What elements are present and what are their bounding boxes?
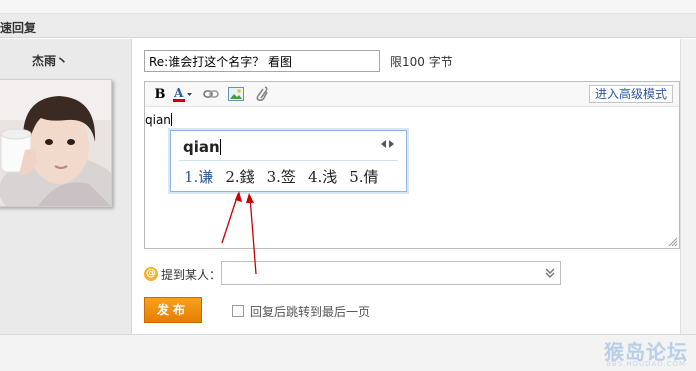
font-color-button[interactable]: A	[173, 86, 193, 102]
subject-input[interactable]	[144, 50, 380, 72]
publish-button[interactable]: 发布	[144, 297, 202, 323]
ime-candidate-list: 1.谦 2.錢 3.签 4.浅 5.倩	[184, 166, 379, 187]
attach-button[interactable]	[253, 86, 269, 102]
ime-candidate-2[interactable]: 2.錢	[225, 166, 254, 187]
ime-page-nav	[381, 140, 394, 148]
footer	[0, 334, 696, 371]
ime-candidate-popup: qian 1.谦 2.錢 3.签 4.浅 5.倩	[170, 130, 407, 192]
jump-to-last-page-checkbox[interactable]	[232, 305, 244, 317]
mention-input[interactable]	[221, 261, 561, 285]
at-icon: @	[144, 267, 158, 281]
ime-composition: qian	[183, 138, 221, 156]
link-icon	[203, 90, 219, 98]
editor-toolbar: B A 进入高级模式	[145, 82, 679, 107]
watermark-url: BBS.HOUDAO.COM	[606, 360, 686, 368]
font-color-icon: A	[173, 86, 192, 102]
panel-title: 速回复	[0, 21, 37, 35]
editor-text: qian	[145, 113, 172, 127]
ime-composition-text: qian	[183, 138, 220, 156]
ime-prev-page-icon[interactable]	[381, 140, 386, 148]
quick-reply-page: 速回复 杰雨丶 限100 字节 B	[0, 0, 696, 371]
double-chevron-down-icon[interactable]	[544, 267, 556, 279]
quick-reply-titlebar: 速回复	[0, 14, 696, 38]
right-column	[680, 39, 696, 334]
link-button[interactable]	[203, 86, 219, 102]
header-strip	[0, 0, 696, 14]
ime-next-page-icon[interactable]	[389, 140, 394, 148]
paperclip-icon	[256, 86, 268, 102]
ime-candidate-5[interactable]: 5.倩	[349, 166, 378, 187]
subject-limit-text: 限100 字节	[390, 55, 453, 69]
avatar[interactable]	[0, 79, 112, 207]
mention-label: 提到某人：	[161, 267, 222, 282]
image-button[interactable]	[227, 86, 245, 102]
image-icon	[228, 87, 244, 101]
editor-typed-text: qian	[145, 113, 171, 127]
ime-candidate-4[interactable]: 4.浅	[308, 166, 337, 187]
ime-divider	[179, 160, 398, 161]
mention-row: @ 提到某人：	[144, 262, 221, 286]
username[interactable]: 杰雨丶	[0, 52, 100, 69]
bold-button[interactable]: B	[153, 86, 167, 102]
advanced-mode-button[interactable]: 进入高级模式	[588, 85, 673, 103]
svg-text:A: A	[173, 86, 184, 100]
ime-caret	[219, 139, 221, 155]
resize-grip-icon[interactable]	[667, 236, 677, 246]
avatar-image	[0, 80, 111, 206]
jump-to-last-page-label[interactable]: 回复后跳转到最后一页	[250, 303, 370, 320]
ime-candidate-3[interactable]: 3.签	[267, 166, 296, 187]
user-column: 杰雨丶	[0, 39, 132, 334]
ime-candidate-1[interactable]: 1.谦	[184, 166, 213, 187]
text-caret	[170, 113, 172, 126]
